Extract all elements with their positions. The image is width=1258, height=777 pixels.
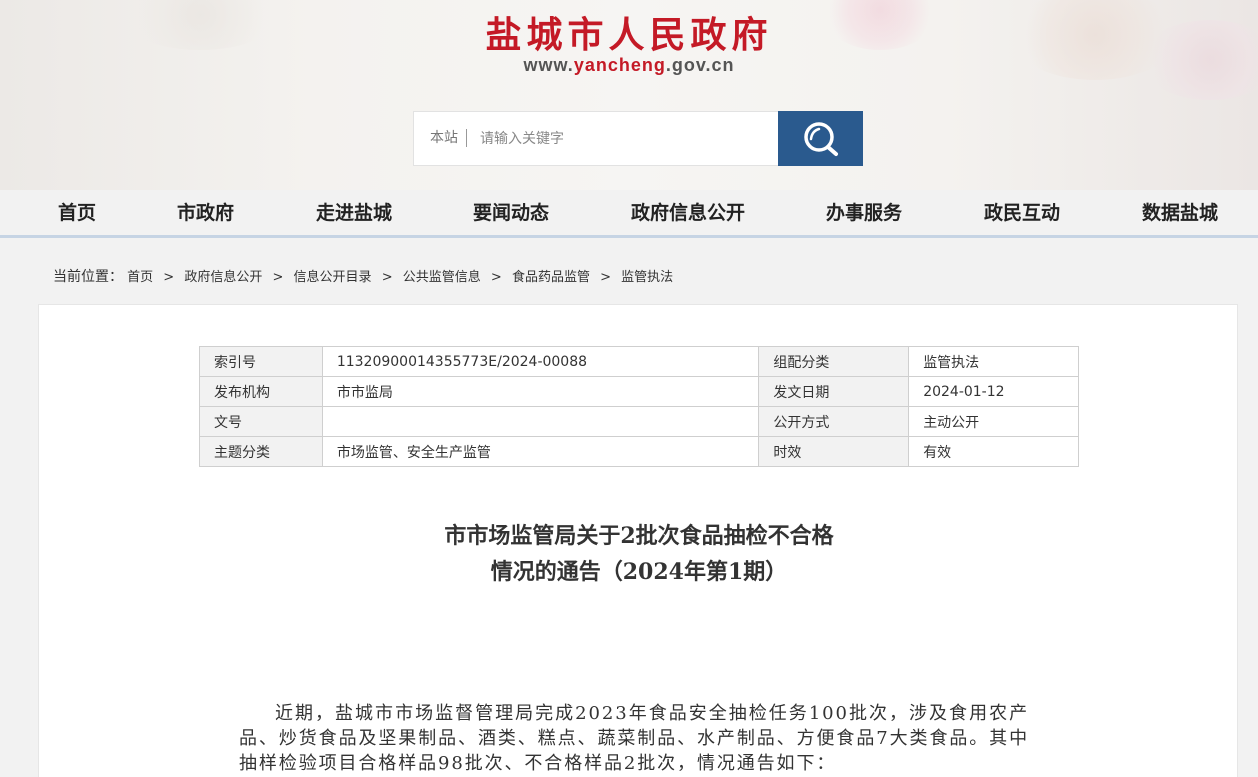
article-body: 近期，盐城市市场监督管理局完成2023年食品安全抽检任务100批次，涉及食用农产… [239,703,1029,774]
breadcrumb-separator: > [381,270,393,285]
article-title-line: 情况的通告（2024年第1期） [490,559,788,585]
article-title-line: 市市场监管局关于2批次食品抽检不合格 [444,523,834,549]
breadcrumb-separator: > [490,270,502,285]
breadcrumb-item-gov-info[interactable]: 政府信息公开 [184,270,262,285]
nav-item-about-yancheng[interactable]: 走进盐城 [316,198,392,228]
meta-key-doc-number: 文号 [199,406,323,437]
meta-value-disclosure-method: 主动公开 [908,406,1079,437]
breadcrumb-separator: > [600,270,612,285]
breadcrumb-item-info-catalog[interactable]: 信息公开目录 [294,270,372,285]
meta-key-publisher: 发布机构 [199,376,323,407]
breadcrumb-item-enforcement[interactable]: 监管执法 [621,270,673,285]
meta-key-index: 索引号 [199,346,323,377]
site-title[interactable]: 盐城市人民政府 [0,6,1258,58]
breadcrumb-label: 当前位置： [53,269,123,285]
meta-key-category: 组配分类 [758,346,910,377]
meta-value-doc-number [321,406,760,437]
meta-table: 索引号 11320900014355773E/2024-00088 组配分类 监… [199,346,1079,467]
search-box: 本站 [413,111,779,166]
article-panel: 索引号 11320900014355773E/2024-00088 组配分类 监… [38,304,1238,777]
meta-value-index: 11320900014355773E/2024-00088 [321,346,760,377]
nav-item-news[interactable]: 要闻动态 [473,198,549,228]
domain-prefix: www. [523,55,574,75]
table-row: 发布机构 市市监局 发文日期 2024-01-12 [199,376,1079,407]
breadcrumb-item-food-drug[interactable]: 食品药品监管 [512,270,590,285]
meta-key-disclosure-method: 公开方式 [758,406,910,437]
nav-item-interaction[interactable]: 政民互动 [984,198,1060,228]
breadcrumb-separator: > [272,270,284,285]
site-domain: www.yancheng.gov.cn [0,55,1258,76]
breadcrumb-item-home[interactable]: 首页 [127,270,153,285]
search-button[interactable] [778,111,863,166]
article-title: 市市场监管局关于2批次食品抽检不合格 情况的通告（2024年第1期） [39,518,1239,590]
table-row: 索引号 11320900014355773E/2024-00088 组配分类 监… [199,346,1079,377]
nav-item-gov-info-disclosure[interactable]: 政府信息公开 [631,198,745,228]
table-row: 文号 公开方式 主动公开 [199,406,1079,437]
meta-value-category: 监管执法 [908,346,1079,377]
meta-key-date: 发文日期 [758,376,910,407]
nav-item-home[interactable]: 首页 [58,198,96,228]
meta-key-topic: 主题分类 [199,436,323,467]
main-nav: 首页 市政府 走进盐城 要闻动态 政府信息公开 办事服务 政民互动 数据盐城 [0,190,1258,238]
meta-key-validity: 时效 [758,436,910,467]
table-row: 主题分类 市场监管、安全生产监管 时效 有效 [199,436,1079,467]
breadcrumb: 当前位置： 首页 > 政府信息公开 > 信息公开目录 > 公共监管信息 > 食品… [53,266,673,286]
meta-value-date: 2024-01-12 [908,376,1079,407]
search-input[interactable] [480,122,770,156]
search-scope[interactable]: 本站 [430,129,467,147]
nav-item-services[interactable]: 办事服务 [826,198,902,228]
domain-suffix: .gov.cn [665,55,735,75]
domain-highlight: yancheng [573,55,666,75]
nav-item-data-yancheng[interactable]: 数据盐城 [1142,198,1218,228]
meta-value-validity: 有效 [908,436,1079,467]
meta-value-publisher: 市市监局 [321,376,760,407]
breadcrumb-item-public-supervision[interactable]: 公共监管信息 [403,270,481,285]
nav-item-city-government[interactable]: 市政府 [177,198,234,228]
breadcrumb-separator: > [163,270,175,285]
search-icon [804,122,838,156]
meta-value-topic: 市场监管、安全生产监管 [321,436,760,467]
